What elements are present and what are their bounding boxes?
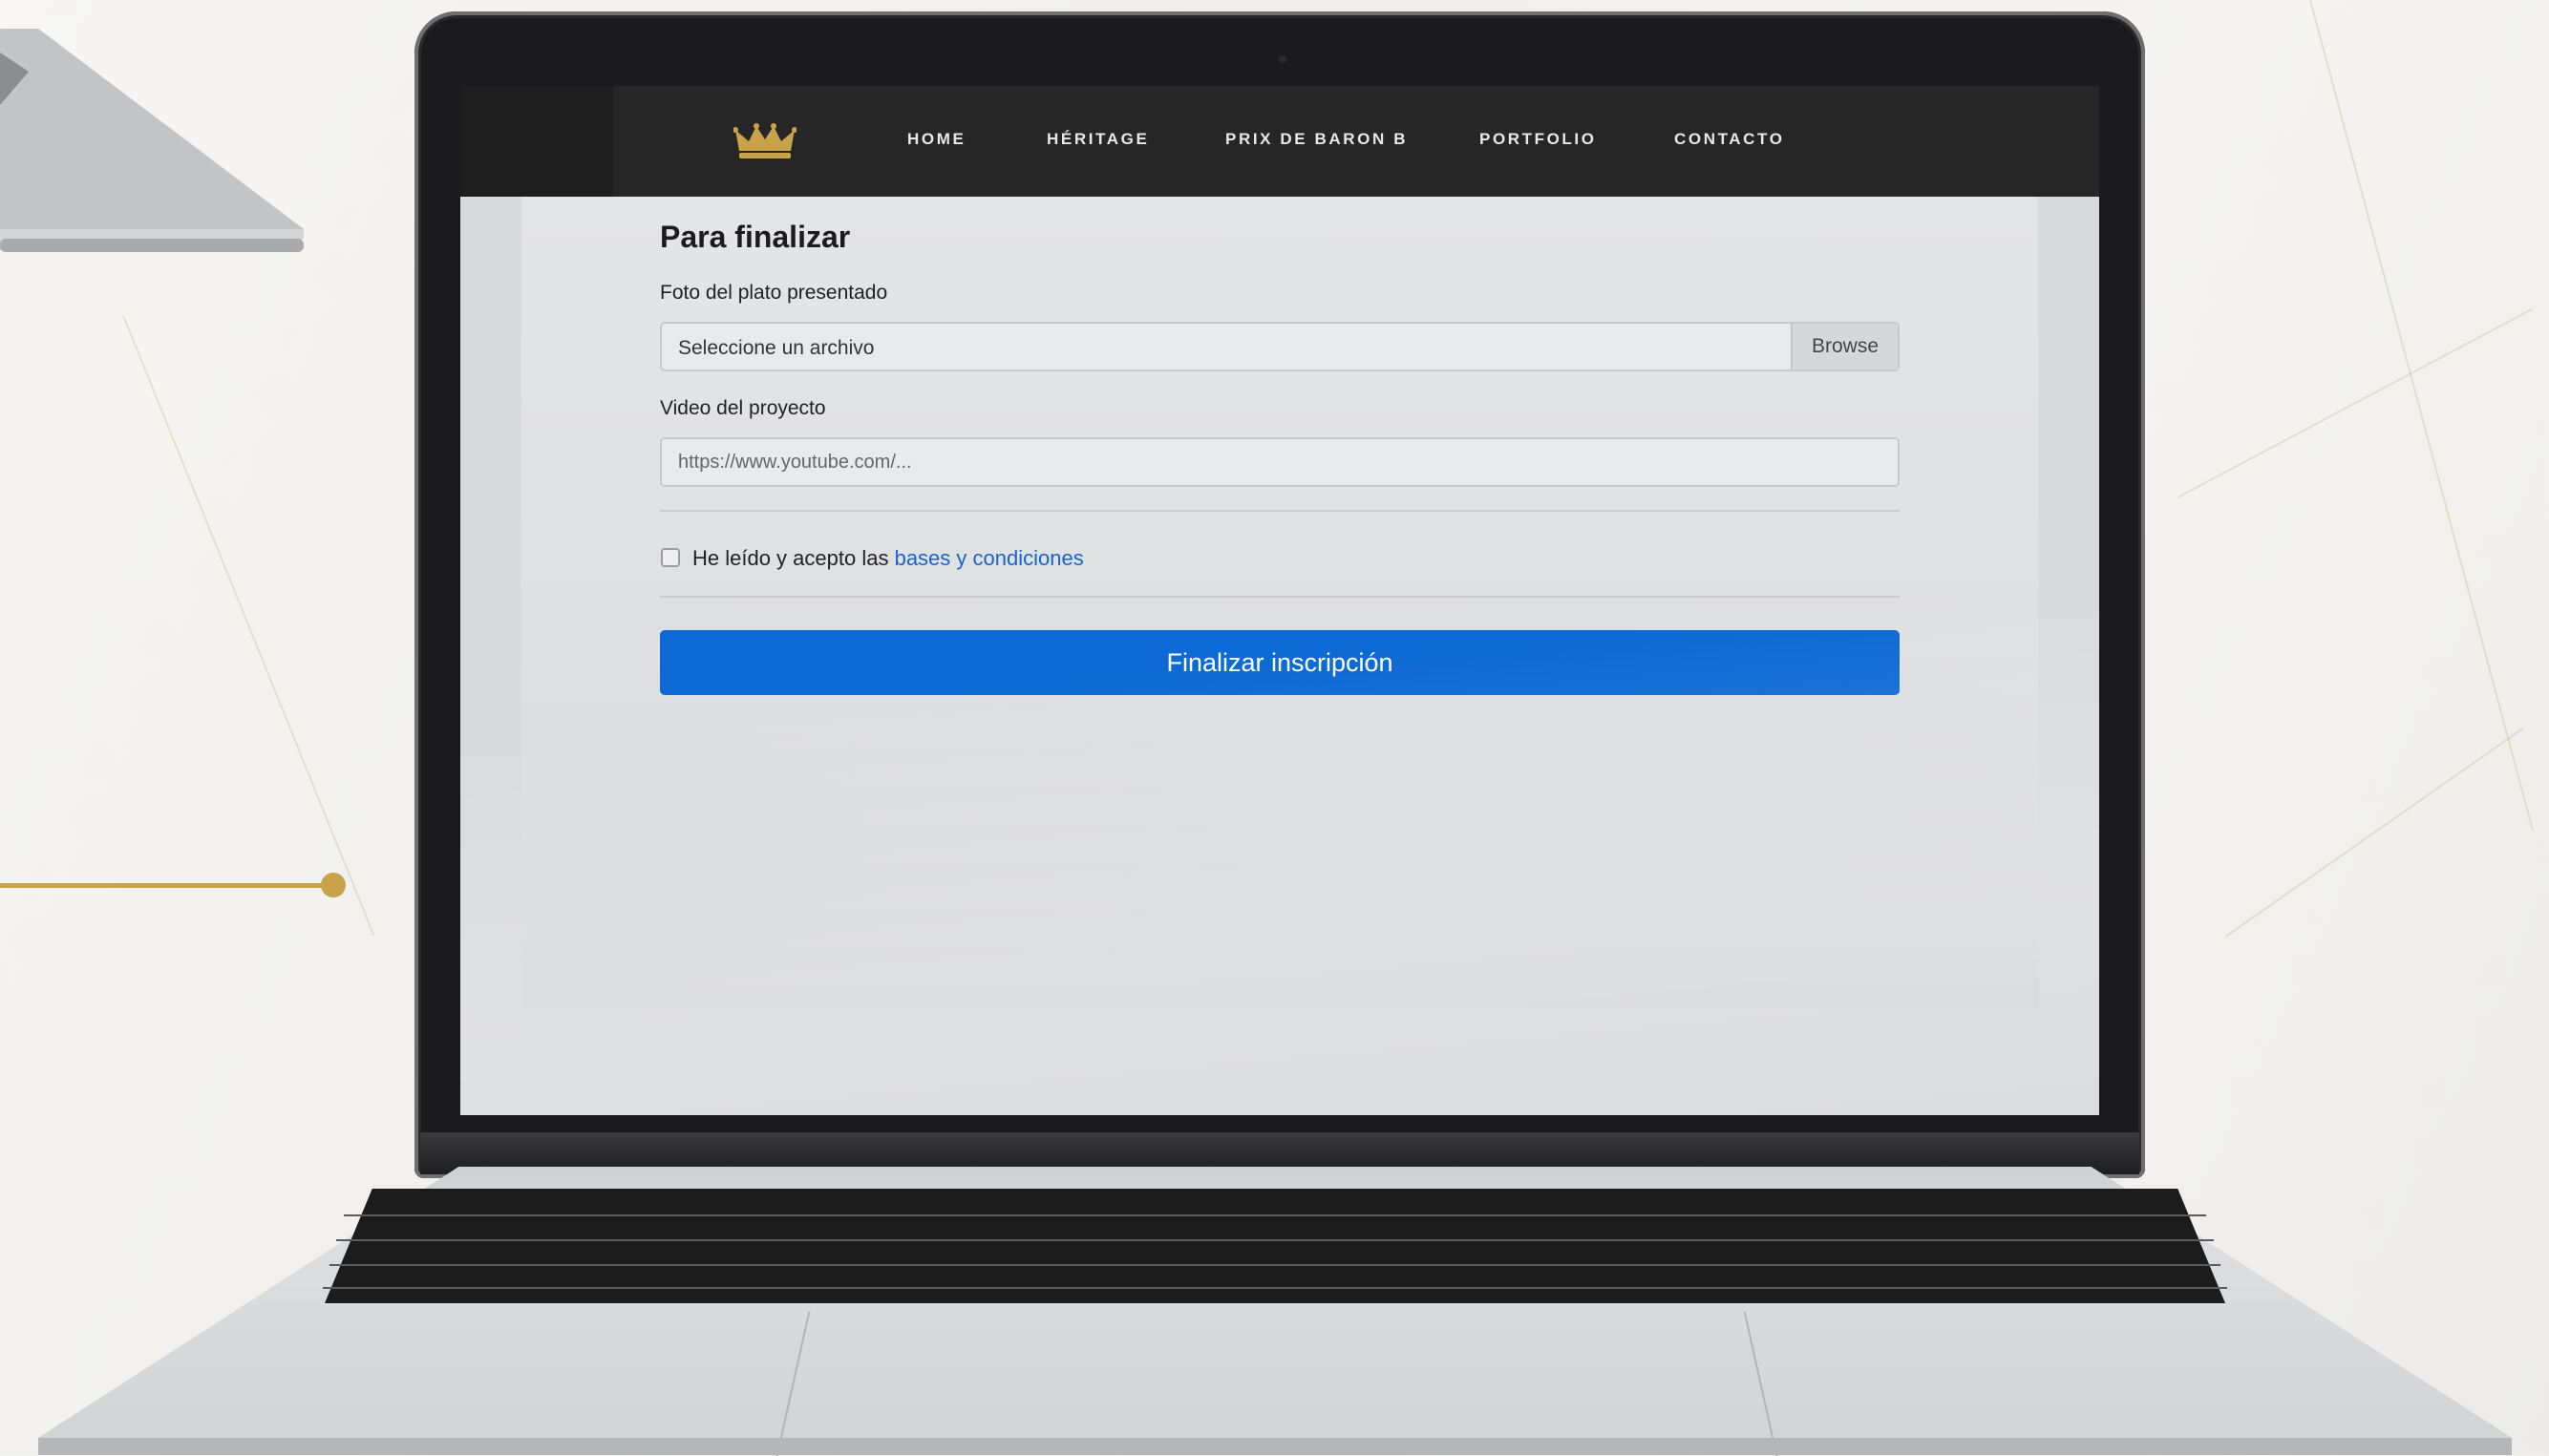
navbar-shade (460, 86, 613, 197)
key-row (323, 1287, 2227, 1289)
photo-file-input[interactable]: Seleccione un archivo Browse (660, 322, 1900, 371)
marble-vein (122, 315, 375, 936)
terms-checkbox[interactable] (661, 548, 680, 567)
nav-item-portfolio[interactable]: PORTFOLIO (1479, 130, 1597, 149)
browse-button[interactable]: Browse (1791, 324, 1898, 369)
keyboard (325, 1189, 2225, 1303)
key-row (329, 1264, 2220, 1266)
key-row (336, 1239, 2214, 1241)
terms-label: He leído y acepto las bases y condicione… (692, 546, 1084, 571)
gold-timeline-line (0, 883, 325, 888)
nav-item-prix-de-baron-b[interactable]: PRIX DE BARON B (1225, 130, 1408, 149)
divider (660, 596, 1900, 598)
divider (660, 510, 1900, 512)
nav-item-contacto[interactable]: CONTACTO (1674, 130, 1785, 149)
crown-icon[interactable] (733, 122, 797, 160)
laptop-base-edge (38, 1438, 2512, 1455)
marble-vein (2225, 728, 2524, 938)
nav-item-heritage[interactable]: HÉRITAGE (1047, 130, 1149, 149)
key-row (344, 1214, 2206, 1216)
marble-vein (2177, 307, 2533, 498)
form-title: Para finalizar (660, 220, 851, 254)
terms-link[interactable]: bases y condiciones (895, 546, 1084, 570)
marble-vein (2309, 0, 2534, 831)
terms-label-text: He leído y acepto las (692, 546, 895, 570)
laptop-screen: HOME HÉRITAGE PRIX DE BARON B PORTFOLIO … (460, 86, 2099, 1115)
nav-item-home[interactable]: HOME (907, 130, 966, 149)
photo-label: Foto del plato presentado (660, 282, 888, 304)
video-url-input[interactable] (660, 437, 1900, 487)
gold-timeline-dot (321, 873, 346, 897)
trackpad (775, 1311, 1778, 1456)
side-laptop-image (0, 29, 304, 252)
navbar: HOME HÉRITAGE PRIX DE BARON B PORTFOLIO … (460, 86, 2099, 197)
submit-button[interactable]: Finalizar inscripción (660, 630, 1900, 695)
content-panel (521, 197, 2038, 1008)
webcam (1279, 55, 1286, 63)
video-label: Video del proyecto (660, 397, 826, 419)
photo-file-placeholder: Seleccione un archivo (678, 337, 875, 359)
